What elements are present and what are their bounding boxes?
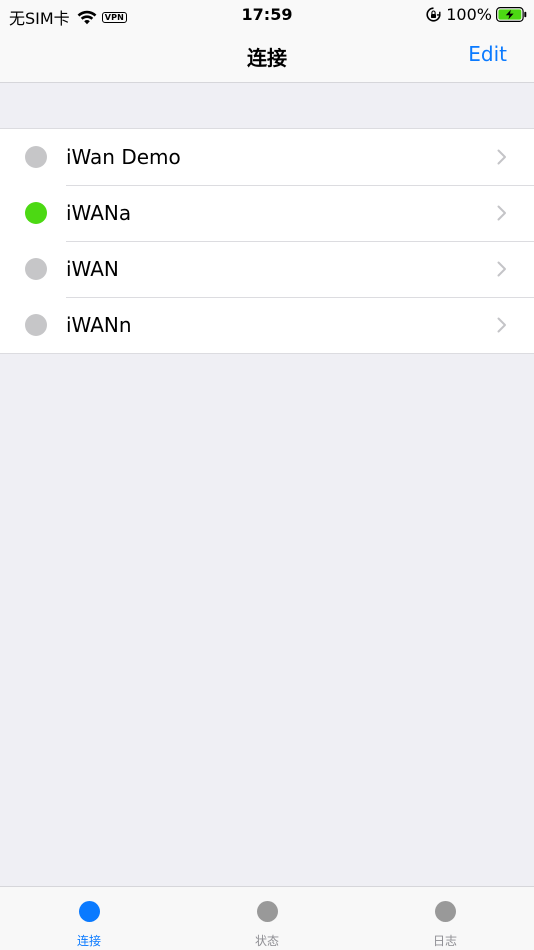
chevron-right-icon [497,317,506,333]
list-item-iwana[interactable]: iWANa [0,185,534,241]
chevron-right-icon [497,149,506,165]
battery-charging-icon [496,7,527,22]
status-right: 100% [426,5,527,24]
status-dot [25,202,47,224]
rotation-lock-icon [426,7,441,22]
tab-connections[interactable]: 连接 [0,887,178,950]
tab-bar: 连接 状态 日志 [0,886,534,950]
connection-name: iWANa [66,201,132,225]
list-item-iwan-demo[interactable]: iWan Demo [0,129,534,185]
navigation-bar: 连接 Edit [0,30,534,83]
status-dot [25,146,47,168]
chevron-right-icon [497,205,506,221]
list-item-iwann[interactable]: iWANn [0,297,534,353]
connection-name: iWANn [66,313,132,337]
page-title: 连接 [247,46,287,70]
status-bar: 无SIM卡 VPN 17:59 100% [0,0,534,30]
connection-name: iWan Demo [66,145,181,169]
logs-tab-icon [434,901,456,922]
screen: 无SIM卡 VPN 17:59 100% 连接 Edit iWan Demo i… [0,0,534,950]
divider [66,297,534,298]
status-dot [25,314,47,336]
tab-label: 状态 [254,934,279,948]
status-dot [25,258,47,280]
tab-label: 日志 [432,934,457,948]
connection-list: iWan Demo iWANa iWAN iWANn [0,128,534,354]
tab-status[interactable]: 状态 [178,887,356,950]
chevron-right-icon [497,261,506,277]
status-tab-icon [256,901,278,922]
divider [66,241,534,242]
connections-tab-icon [78,901,100,922]
tab-label: 连接 [76,934,101,948]
battery-percent: 100% [446,5,492,24]
tab-logs[interactable]: 日志 [356,887,534,950]
edit-button[interactable]: Edit [468,42,507,66]
divider [66,185,534,186]
list-item-iwan[interactable]: iWAN [0,241,534,297]
connection-name: iWAN [66,257,119,281]
